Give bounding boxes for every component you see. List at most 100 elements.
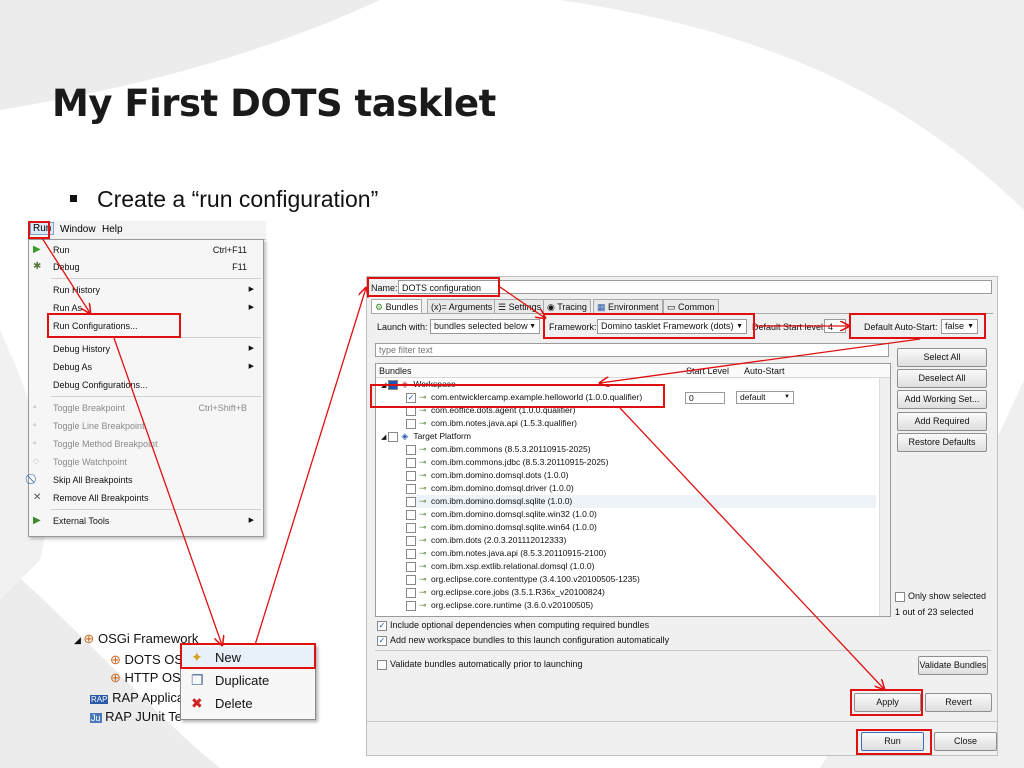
tree-row-bundle[interactable]: ⊸ com.ibm.domino.domsql.driver (1.0.0)	[406, 482, 574, 495]
close-button[interactable]: Close	[934, 732, 997, 751]
delete-icon: ✖	[191, 695, 203, 711]
highlight-apply	[850, 689, 923, 716]
tree-row-bundle[interactable]: ⊸ org.eclipse.core.contenttype (3.4.100.v…	[406, 573, 640, 586]
menu-item-debug-history[interactable]: Debug History ▶	[29, 341, 263, 357]
run-configurations-dialog: Name: DOTS configuration ⚙ Bundles (x)= …	[366, 276, 998, 756]
checkbox[interactable]	[406, 587, 416, 598]
checkbox[interactable]	[895, 591, 905, 602]
tab-tracing[interactable]: ◉ Tracing	[543, 299, 591, 314]
checkbox[interactable]	[406, 574, 416, 585]
tree-node-http-config[interactable]: ⊕ HTTP OS	[110, 670, 181, 686]
checkbox[interactable]	[406, 457, 416, 468]
checkbox[interactable]	[406, 444, 416, 455]
menu-item-skip-all-breakpoints[interactable]: ⃠Skip All Breakpoints	[29, 472, 263, 488]
checkbox[interactable]	[406, 418, 416, 429]
menu-item-remove-all-breakpoints[interactable]: ✕ Remove All Breakpoints	[29, 490, 263, 506]
checkbox[interactable]	[406, 483, 416, 494]
tree-row-bundle[interactable]: ⊸ com.ibm.domino.domsql.dots (1.0.0)	[406, 469, 568, 482]
tree-node-rap-application[interactable]: RAP RAP Applica	[90, 690, 184, 705]
submenu-arrow-icon: ▶	[248, 517, 254, 524]
checkbox[interactable]	[406, 548, 416, 559]
add-working-set-button[interactable]: Add Working Set...	[897, 390, 987, 409]
bundle-filter-input[interactable]	[375, 343, 889, 357]
tree-row-bundle[interactable]: ⊸ com.ibm.commons.jdbc (8.5.3.20110915-20…	[406, 456, 609, 469]
tab-common[interactable]: ▭ Common	[663, 299, 719, 314]
bundles-tab-icon: ⚙	[375, 302, 384, 312]
validate-bundles-button[interactable]: Validate Bundles	[918, 656, 988, 675]
add-required-bundles-button[interactable]: Add Required Bundles	[897, 412, 987, 443]
bullet-text: Create a “run configuration”	[97, 186, 379, 212]
menu-item-external-tools[interactable]: ▶ External Tools ▶	[29, 513, 263, 529]
tree-row-bundle[interactable]: ⊸ com.ibm.domino.domsql.sqlite (1.0.0)	[406, 495, 876, 508]
menu-item-run[interactable]: ▶ Run Ctrl+F11	[29, 242, 263, 258]
only-show-selected-checkbox[interactable]: Only show selected	[895, 591, 986, 602]
menu-item-toggle-line-breakpoint[interactable]: ◦ Toggle Line Breakpoint	[29, 418, 263, 434]
menu-item-toggle-breakpoint[interactable]: ◦ Toggle Breakpoint Ctrl+Shift+B	[29, 400, 263, 416]
highlight-run-configurations	[47, 313, 181, 338]
tree-row-bundle[interactable]: ⊸ org.eclipse.core.runtime (3.6.0.v201005…	[406, 599, 593, 612]
tab-environment[interactable]: ▦ Environment	[593, 299, 663, 314]
dropdown-arrow-icon: ▼	[529, 323, 536, 330]
checkbox-checked[interactable]: ✓	[377, 635, 387, 646]
start-level-spinner[interactable]: 4	[824, 319, 846, 333]
highlight-selected-bundle	[370, 384, 665, 408]
context-item-duplicate[interactable]: ❐ Duplicate	[181, 670, 315, 692]
plugin-icon: ⊸	[419, 483, 427, 493]
tree-row-bundle[interactable]: ⊸ com.ibm.xsp.extlib.relational.domsql (1…	[406, 560, 594, 573]
tree-row-bundle[interactable]: ⊸ org.eclipse.core.jobs (3.5.1.R36x_v2010…	[406, 586, 605, 599]
auto-start-cell[interactable]: default ▼	[736, 391, 794, 404]
tree-scrollbar[interactable]	[879, 378, 890, 616]
include-optional-checkbox[interactable]: ✓ Include optional dependencies when comp…	[377, 620, 649, 631]
column-start-level[interactable]: Start Level	[686, 366, 729, 376]
tab-arguments[interactable]: (x)= Arguments	[427, 299, 497, 314]
tab-bundles[interactable]: ⚙ Bundles	[371, 299, 423, 314]
checkbox[interactable]	[406, 535, 416, 546]
column-auto-start[interactable]: Auto-Start	[744, 366, 785, 376]
tree-row-bundle[interactable]: ⊸ com.ibm.domino.domsql.sqlite.win64 (1.0…	[406, 521, 597, 534]
checkbox[interactable]	[406, 470, 416, 481]
start-level-cell[interactable]: 0	[685, 392, 725, 404]
checkbox[interactable]	[406, 522, 416, 533]
duplicate-icon: ❐	[191, 672, 204, 688]
menu-window[interactable]: Window	[60, 224, 96, 235]
tab-settings[interactable]: ☰ Settings	[494, 299, 546, 314]
menu-item-debug-as[interactable]: Debug As ▶	[29, 359, 263, 375]
tree-row-bundle[interactable]: ⊸ com.ibm.commons (8.5.3.20110915-2025)	[406, 443, 591, 456]
launch-with-select[interactable]: bundles selected below ▼	[430, 319, 540, 334]
deselect-all-button[interactable]: Deselect All	[897, 369, 987, 388]
tree-row-bundle[interactable]: ⊸ com.ibm.notes.java.api (1.5.3.qualifier…	[406, 417, 577, 430]
plugin-icon: ⊸	[419, 535, 427, 545]
add-new-workspace-checkbox[interactable]: ✓ Add new workspace bundles to this launc…	[377, 635, 669, 646]
tree-node-target-platform[interactable]: ◢ ◈ Target Platform	[381, 430, 471, 443]
plugin-icon: ⊸	[419, 509, 427, 519]
tree-row-bundle[interactable]: ⊸ com.ibm.domino.domsql.sqlite.win32 (1.0…	[406, 508, 597, 521]
restore-defaults-button[interactable]: Restore Defaults	[897, 433, 987, 452]
checkbox[interactable]	[406, 561, 416, 572]
menu-item-run-history[interactable]: Run History ▶	[29, 282, 263, 298]
osgi-icon: ⊕	[83, 631, 95, 646]
menu-item-toggle-watchpoint[interactable]: ◌ Toggle Watchpoint	[29, 454, 263, 470]
menu-item-debug-configurations[interactable]: Debug Configurations...	[29, 377, 263, 393]
checkbox[interactable]	[388, 431, 399, 442]
tree-row-bundle[interactable]: ⊸ com.ibm.dots (2.0.3.201112012333)	[406, 534, 566, 547]
tree-row-bundle[interactable]: ⊸ com.ibm.notes.java.api (8.5.3.20110915-…	[406, 547, 606, 560]
menu-help[interactable]: Help	[102, 224, 123, 235]
column-bundles[interactable]: Bundles	[379, 366, 412, 376]
environment-tab-icon: ▦	[597, 302, 606, 312]
validate-auto-checkbox[interactable]: Validate bundles automatically prior to …	[377, 659, 582, 670]
tree-node-rap-junit[interactable]: Ju RAP JUnit Te	[90, 709, 182, 724]
plugin-icon: ⊸	[419, 574, 427, 584]
menu-separator	[51, 509, 261, 510]
context-item-delete[interactable]: ✖ Delete	[181, 693, 315, 715]
menu-item-toggle-method-breakpoint[interactable]: ◦ Toggle Method Breakpoint	[29, 436, 263, 452]
checkbox[interactable]	[406, 496, 416, 507]
menu-item-debug[interactable]: ✱ Debug F11	[29, 259, 263, 275]
checkbox[interactable]	[377, 659, 387, 670]
checkbox[interactable]	[406, 600, 416, 611]
tree-node-dots-config[interactable]: ⊕ DOTS OS	[110, 652, 183, 668]
checkbox[interactable]	[406, 509, 416, 520]
select-all-button[interactable]: Select All	[897, 348, 987, 367]
checkbox-checked[interactable]: ✓	[377, 620, 387, 631]
revert-button[interactable]: Revert	[925, 693, 992, 712]
debug-icon: ✱	[33, 261, 42, 272]
